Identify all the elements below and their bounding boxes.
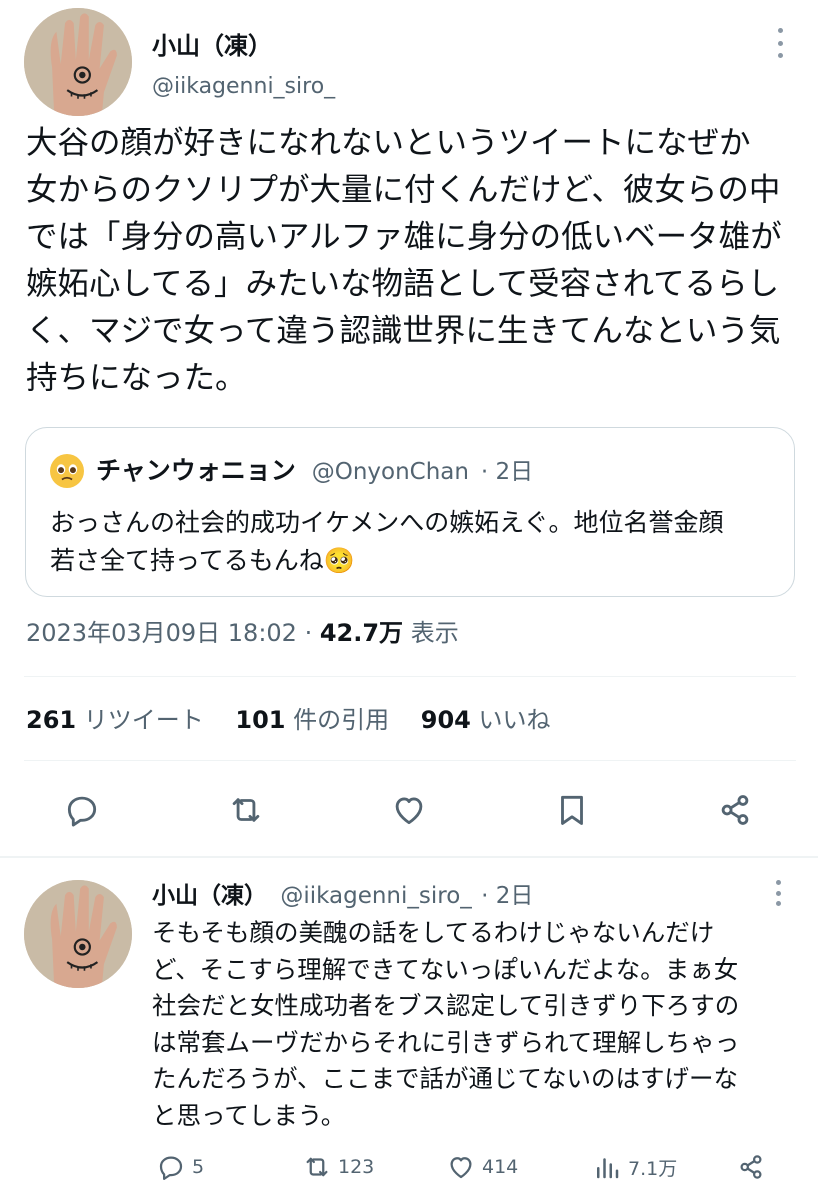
reply-text: そもそも顔の美醜の話をしてるわけじゃないんだけ ど、そこすら理解できてないっぽい… [152,915,802,1134]
tweet-timestamp-line: 2023年03月09日 18:02 · 42.7万 表示 [26,613,459,648]
reply-reply-count: 5 [192,1156,205,1178]
share-icon [721,795,749,825]
view-count[interactable]: 42.7万 [320,619,403,647]
author-avatar[interactable] [24,8,132,116]
divider [0,856,818,858]
reply-icon [159,1156,183,1180]
author-name[interactable]: 小山（凍） [152,26,272,61]
reply-retweet-count: 123 [338,1156,375,1178]
tweet-timestamp[interactable]: 2023年03月09日 18:02 · [26,619,320,647]
reply-time[interactable]: · 2日 [481,883,533,909]
reply-view-count: 7.1万 [628,1157,678,1180]
reply-like-button[interactable]: 414 [446,1149,518,1185]
quoted-author-name[interactable]: チャンウォニョン [96,456,296,485]
tweet-text-line: 嫉妬心してる」みたいな物語として受容されてるらし [26,266,780,302]
divider [24,760,796,761]
retweet-icon [232,798,260,822]
retweet-label[interactable]: リツイート [84,706,204,734]
quoted-text-line: 若さ全て持ってるもんね🥺 [50,546,355,575]
quote-count[interactable]: 101 [235,706,285,734]
tweet-text-line: 持ちになった。 [26,360,247,396]
reply-author-handle[interactable]: @iikagenni_siro_ [280,883,471,909]
reply-text-line: 社会だと女性成功者をブス認定して引きずり下ろすの [152,991,740,1020]
reply-retweet-button[interactable]: 123 [302,1149,374,1185]
quoted-header: チャンウォニョン @OnyonChan · 2日 [96,454,533,489]
tweet-text-line: では「身分の高いアルファ雄に身分の低いベータ雄が [26,219,782,255]
reply-views-button[interactable]: 7.1万 [592,1149,677,1185]
heart-icon [450,1157,472,1179]
reply-like-count: 414 [482,1156,519,1178]
like-count[interactable]: 904 [421,706,471,734]
reply-icon [67,796,97,827]
share-button[interactable] [713,788,757,832]
reply-author-avatar[interactable] [24,880,132,988]
engagement-stats: 261 リツイート 101 件の引用 904 いいね [26,700,575,735]
reply-button[interactable] [60,788,104,832]
reply-share-button[interactable] [736,1149,766,1185]
retweet-icon [306,1157,328,1177]
retweet-button[interactable] [224,788,268,832]
quoted-time[interactable]: · 2日 [481,459,533,485]
reply-text-line: たんだろうが、ここまで話が通じてないのはすげーな [152,1064,739,1093]
quoted-text: おっさんの社会的成功イケメンへの嫉妬えぐ。地位名誉金顔 若さ全て持ってるもんね🥺 [50,504,724,580]
quote-label[interactable]: 件の引用 [293,706,389,734]
bookmark-button[interactable] [550,788,594,832]
view-label: 表示 [403,619,459,647]
quoted-tweet-card[interactable]: チャンウォニョン @OnyonChan · 2日 おっさんの社会的成功イケメンへ… [25,427,795,597]
like-label[interactable]: いいね [479,706,551,734]
quoted-author-handle[interactable]: @OnyonChan [312,459,469,485]
reply-header: 小山（凍） @iikagenni_siro_ · 2日 [152,876,533,910]
like-button[interactable] [387,788,431,832]
tweet-text: 大谷の顔が好きになれないというツイートになぜか 女からのクソリプが大量に付くんだ… [26,120,806,402]
more-icon[interactable] [768,880,788,906]
bookmark-icon [561,795,583,825]
tweet-text-line: く、マジで女って違う認識世界に生きてんなという気 [26,313,781,349]
reply-reply-button[interactable]: 5 [156,1149,204,1185]
quoted-author-avatar[interactable] [50,454,84,488]
retweet-count[interactable]: 261 [26,706,76,734]
heart-icon [395,797,423,825]
share-icon [740,1155,762,1179]
quoted-text-line: おっさんの社会的成功イケメンへの嫉妬えぐ。地位名誉金顔 [50,508,724,537]
more-icon[interactable] [770,28,790,58]
analytics-icon [597,1158,619,1179]
author-handle[interactable]: @iikagenni_siro_ [152,74,335,99]
reply-text-line: ど、そこすら理解できてないっぽいんだよな。まぁ女 [152,954,739,984]
divider [24,676,796,677]
reply-text-line: と思ってしまう。 [152,1100,346,1130]
tweet-text-line: 女からのクソリプが大量に付くんだけど、彼女らの中 [26,172,781,208]
reply-author-name[interactable]: 小山（凍） [152,883,267,909]
reply-text-line: そもそも顔の美醜の話をしてるわけじゃないんだけ [152,918,715,947]
reply-text-line: は常套ムーヴだからそれに引きずられて理解しちゃっ [152,1027,740,1057]
tweet-text-line: 大谷の顔が好きになれないというツイートになぜか [26,125,751,161]
